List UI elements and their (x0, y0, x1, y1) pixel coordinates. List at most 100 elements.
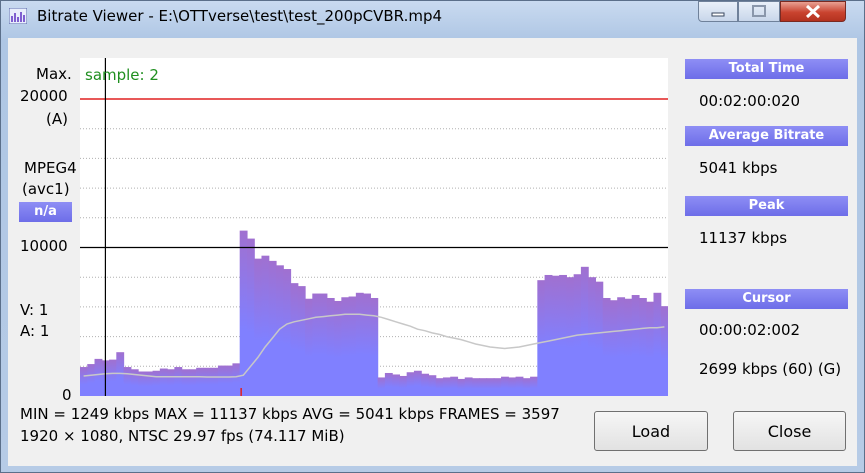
close-button[interactable]: Close (733, 411, 846, 451)
bitrate-bar (530, 376, 538, 396)
maximize-button[interactable] (738, 1, 780, 22)
close-window-button[interactable] (780, 1, 846, 22)
bitrate-bar (660, 306, 668, 396)
bitrate-bar (486, 378, 495, 396)
bitrate-bar (341, 297, 350, 396)
bitrate-bar (370, 297, 379, 396)
codec-label: MPEG4 (24, 159, 77, 177)
bitrate-bar (232, 363, 241, 396)
bitrate-bar (196, 367, 205, 396)
bitrate-bar (413, 370, 422, 396)
bitrate-bar (501, 376, 509, 396)
bitrate-bar (479, 378, 488, 396)
mid-value-label: 10000 (20, 237, 68, 255)
bitrate-bar (580, 266, 589, 396)
maximize-icon (752, 5, 766, 17)
total-time-header: Total Time (685, 59, 848, 79)
bitrate-bar (384, 372, 393, 396)
bitrate-viewer-window: Bitrate Viewer - E:\OTTverse\test\test_2… (0, 0, 865, 473)
bitrate-bar (188, 369, 197, 396)
bitrate-chart-svg (80, 58, 668, 396)
bitrate-bar (297, 286, 306, 396)
bitrate-bar (326, 297, 335, 396)
bitrate-bar (435, 378, 444, 396)
bitrate-bar (268, 260, 277, 396)
bitrate-bar (508, 377, 517, 396)
bitrate-bar (80, 367, 88, 396)
bitrate-bar (631, 295, 640, 396)
bitrate-bar (602, 297, 611, 396)
sample-label: sample: 2 (85, 66, 159, 84)
bitrate-bar (312, 293, 321, 396)
bitrate-bar (421, 373, 430, 396)
peak-value: 11137 kbps (699, 229, 788, 247)
bitrate-bar (638, 297, 647, 396)
cursor-header: Cursor (685, 289, 848, 309)
load-button[interactable]: Load (594, 411, 708, 451)
bitrate-bar (94, 358, 103, 396)
close-icon (805, 4, 821, 19)
bitrate-bar (537, 280, 546, 396)
na-badge: n/a (19, 202, 72, 222)
bitrate-bar (442, 377, 451, 396)
bitrate-bar (290, 283, 299, 396)
bitrate-bar (87, 364, 96, 396)
codec-tag-label: (avc1) (22, 180, 70, 198)
video-track-label: V: 1 (20, 301, 49, 319)
average-bitrate-header: Average Bitrate (685, 126, 848, 146)
bitrate-bar (646, 301, 655, 396)
bitrate-bar (246, 238, 255, 396)
minimize-icon (711, 12, 725, 17)
bitrate-bar (377, 377, 386, 396)
max-mode-label: (A) (46, 110, 68, 128)
bitrate-bar (254, 258, 263, 396)
bitrate-bar (406, 372, 415, 396)
bitrate-bar (457, 378, 466, 396)
bitrate-bar (363, 293, 371, 396)
bitrate-bar (624, 298, 633, 396)
main-panel: Max. 20000 (A) MPEG4 (avc1) n/a 10000 V:… (8, 38, 857, 466)
bitrate-bar (217, 365, 226, 396)
bitrate-bar (225, 365, 234, 396)
bitrate-bar (544, 274, 553, 396)
bitrate-chart[interactable]: sample: 2 (80, 58, 668, 396)
bitrate-bar (210, 367, 219, 396)
window-title: Bitrate Viewer - E:\OTTverse\test\test_2… (37, 7, 443, 25)
bitrate-bar (319, 293, 328, 396)
bitrate-bar (130, 369, 139, 396)
stats-line-1: MIN = 1249 kbps MAX = 11137 kbps AVG = 5… (20, 405, 560, 423)
bitrate-bar (167, 369, 175, 396)
bitrate-bar (174, 367, 183, 396)
bitrate-bar (399, 375, 408, 396)
bitrate-bar (653, 292, 662, 396)
cursor-time-value: 00:00:02:002 (699, 321, 801, 339)
app-icon (9, 8, 27, 24)
audio-track-label: A: 1 (20, 322, 50, 340)
average-bitrate-value: 5041 kbps (699, 159, 778, 177)
bitrate-bar (559, 274, 567, 396)
bitrate-bar (617, 297, 626, 396)
bitrate-bar (609, 300, 618, 396)
bitrate-bar (428, 375, 437, 396)
bitrate-bar (551, 275, 560, 396)
bitrate-bar (283, 269, 292, 396)
bitrate-bar (305, 298, 313, 396)
bitrate-bar (472, 378, 480, 396)
bitrate-bar (595, 281, 604, 396)
max-label: Max. (36, 65, 72, 83)
bitrate-bar (109, 359, 117, 396)
bitrate-bar (181, 369, 190, 396)
max-value-label: 20000 (20, 87, 68, 105)
minimize-button[interactable] (698, 1, 738, 22)
bitrate-bar (348, 296, 357, 396)
bitrate-bar (450, 376, 459, 396)
total-time-value: 00:02:00:020 (699, 92, 801, 110)
bitrate-bar (392, 374, 401, 396)
title-bar[interactable]: Bitrate Viewer - E:\OTTverse\test\test_2… (1, 1, 864, 31)
cursor-bitrate-value: 2699 kbps (60) (G) (699, 360, 842, 378)
bitrate-bar (515, 376, 524, 396)
bitrate-bar (261, 255, 270, 396)
bitrate-bar (522, 378, 531, 396)
bitrate-bar (276, 265, 284, 396)
bitrate-bar (203, 367, 212, 396)
